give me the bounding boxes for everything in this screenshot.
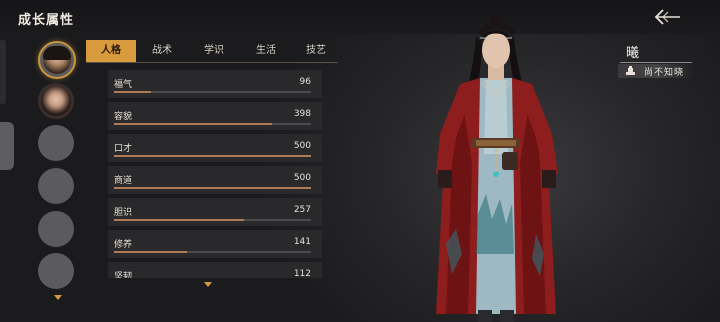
stat-value: 500	[293, 141, 311, 151]
stat-label: 商道	[114, 176, 133, 186]
stat-row[interactable]: 福气 96	[108, 70, 322, 98]
portrait-empty-4[interactable]	[38, 253, 74, 289]
stat-bar-fill	[114, 155, 311, 157]
left-edge-tab[interactable]	[0, 40, 6, 104]
stat-bar-fill	[114, 91, 152, 93]
avatar-hair	[43, 46, 71, 60]
stat-list[interactable]: 福气 96 容貌 398 口才 500 商道 500 胆识 257 修养 141…	[108, 70, 322, 278]
stat-label: 福气	[114, 80, 133, 90]
stat-label: 口才	[114, 144, 133, 154]
stat-row[interactable]: 容貌 398	[108, 102, 322, 130]
stat-value: 257	[293, 205, 311, 215]
stat-row[interactable]: 口才 500	[108, 134, 322, 162]
stat-value: 112	[293, 269, 311, 278]
portrait-2[interactable]	[38, 83, 74, 119]
stat-bar	[114, 91, 311, 93]
portrait-empty-3[interactable]	[38, 211, 74, 247]
stats-scroll-down-icon[interactable]	[204, 282, 212, 287]
stat-bar-fill	[114, 123, 272, 125]
page-title: 成长属性	[18, 13, 75, 28]
stat-value: 398	[293, 109, 311, 119]
stat-bar-fill	[114, 219, 245, 221]
stat-bar	[114, 155, 311, 157]
back-arrow-icon[interactable]	[652, 7, 682, 27]
stat-row[interactable]: 商道 500	[108, 166, 322, 194]
left-edge-handle[interactable]	[0, 122, 14, 170]
tab-divider	[86, 62, 338, 63]
top-bar	[0, 0, 720, 34]
stat-bar	[114, 219, 311, 221]
portrait-empty-2[interactable]	[38, 168, 74, 204]
name-divider	[620, 62, 692, 63]
tab-knowledge[interactable]: 学识	[190, 40, 238, 62]
stat-row[interactable]: 修养 141	[108, 230, 322, 258]
stat-label: 容貌	[114, 112, 133, 122]
stat-label: 胆识	[114, 208, 133, 218]
tab-personality[interactable]: 人格	[86, 40, 136, 62]
character-name-panel: 曦 尚不知晓	[618, 42, 694, 78]
title-seal-icon	[626, 66, 635, 75]
tab-tactics[interactable]: 战术	[138, 40, 186, 62]
portraits-scroll-down-icon[interactable]	[54, 295, 62, 300]
tab-craft[interactable]: 技艺	[292, 40, 340, 62]
stat-label: 修养	[114, 240, 133, 250]
avatar	[41, 86, 71, 116]
stat-value: 96	[299, 77, 311, 87]
stat-value: 141	[293, 237, 311, 247]
stat-value: 500	[293, 173, 311, 183]
portrait-selected[interactable]	[38, 41, 76, 79]
stat-bar-fill	[114, 187, 311, 189]
character-figure	[436, 16, 558, 322]
stat-row[interactable]: 坚韧 112	[108, 262, 322, 278]
tab-life[interactable]: 生活	[242, 40, 290, 62]
stat-bar-fill	[114, 251, 187, 253]
portrait-empty-1[interactable]	[38, 125, 74, 161]
character-title: 尚不知晓	[644, 68, 685, 78]
stat-bar	[114, 251, 311, 253]
tab-bar: 人格 战术 学识 生活 技艺	[86, 40, 338, 62]
stat-label: 坚韧	[114, 272, 133, 278]
stat-bar	[114, 187, 311, 189]
stat-row[interactable]: 胆识 257	[108, 198, 322, 226]
stat-bar	[114, 123, 311, 125]
character-name: 曦	[626, 46, 640, 61]
